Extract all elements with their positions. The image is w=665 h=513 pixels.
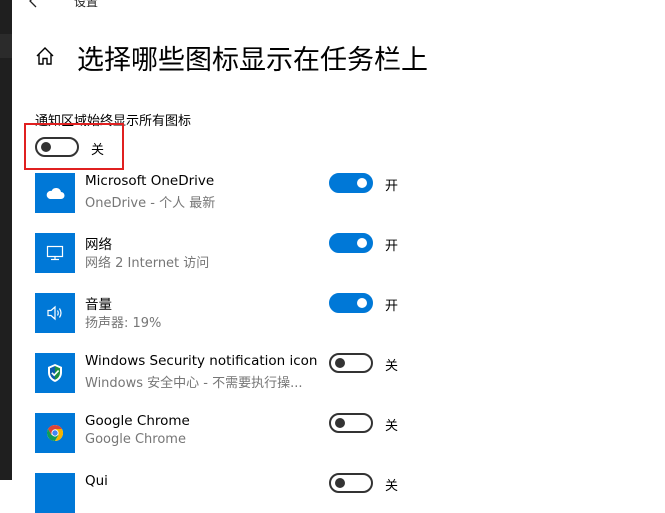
partial-item-toggle[interactable] <box>329 473 373 493</box>
window-title: 设置 <box>74 0 99 9</box>
partial-tile <box>35 473 75 513</box>
item-name: 网络 <box>85 237 112 253</box>
always-show-state: 关 <box>91 143 105 158</box>
item-name: Google Chrome <box>85 413 190 429</box>
chrome-icon <box>46 425 64 441</box>
volume-tile <box>35 293 75 333</box>
monitor-icon <box>46 245 64 261</box>
list-item-google-chrome: Google Chrome Google Chrome 关 <box>35 413 635 453</box>
item-name: 音量 <box>85 297 112 313</box>
title-bar <box>12 0 665 12</box>
windows-security-tile <box>35 353 75 393</box>
page-title: 选择哪些图标显示在任务栏上 <box>77 45 428 76</box>
toggle-knob <box>335 418 345 428</box>
toggle-knob <box>357 178 367 188</box>
list-item-onedrive: Microsoft OneDrive OneDrive - 个人 最新 开 <box>35 173 635 213</box>
left-edge-mark <box>0 34 12 58</box>
windows-security-toggle-state: 关 <box>385 359 399 374</box>
item-subtitle: 扬声器: 19% <box>85 316 162 331</box>
item-name: Microsoft OneDrive <box>85 173 215 189</box>
onedrive-toggle[interactable] <box>329 173 373 193</box>
left-window-edge <box>0 0 12 480</box>
always-show-toggle[interactable] <box>35 137 79 157</box>
volume-toggle-state: 开 <box>385 299 399 314</box>
item-subtitle: 网络 2 Internet 访问 <box>85 256 210 271</box>
toggle-knob <box>41 142 51 152</box>
shield-icon <box>48 364 62 382</box>
network-toggle[interactable] <box>329 233 373 253</box>
network-toggle-state: 开 <box>385 239 399 254</box>
toggle-knob <box>357 298 367 308</box>
network-tile <box>35 233 75 273</box>
toggle-knob <box>357 238 367 248</box>
item-name: Windows Security notification icon <box>85 353 318 369</box>
toggle-knob <box>335 358 345 368</box>
item-name: Qui <box>85 473 108 489</box>
chrome-tile <box>35 413 75 453</box>
google-chrome-toggle-state: 关 <box>385 419 399 434</box>
list-item-partial: Qui 关 <box>35 473 635 513</box>
windows-security-toggle[interactable] <box>329 353 373 373</box>
list-item-volume: 音量 扬声器: 19% 开 <box>35 293 635 333</box>
volume-toggle[interactable] <box>329 293 373 313</box>
list-item-windows-security: Windows Security notification icon Windo… <box>35 353 635 393</box>
back-arrow-icon[interactable] <box>27 0 41 8</box>
google-chrome-toggle[interactable] <box>329 413 373 433</box>
list-item-network: 网络 网络 2 Internet 访问 开 <box>35 233 635 273</box>
partial-item-toggle-state: 关 <box>385 479 399 494</box>
item-subtitle: Windows 安全中心 - 不需要执行操... <box>85 376 303 391</box>
item-subtitle: OneDrive - 个人 最新 <box>85 196 216 211</box>
item-subtitle: Google Chrome <box>85 432 186 447</box>
onedrive-toggle-state: 开 <box>385 179 399 194</box>
cloud-icon <box>46 187 65 199</box>
home-icon[interactable] <box>35 46 55 66</box>
speaker-icon <box>47 305 62 321</box>
onedrive-tile <box>35 173 75 213</box>
